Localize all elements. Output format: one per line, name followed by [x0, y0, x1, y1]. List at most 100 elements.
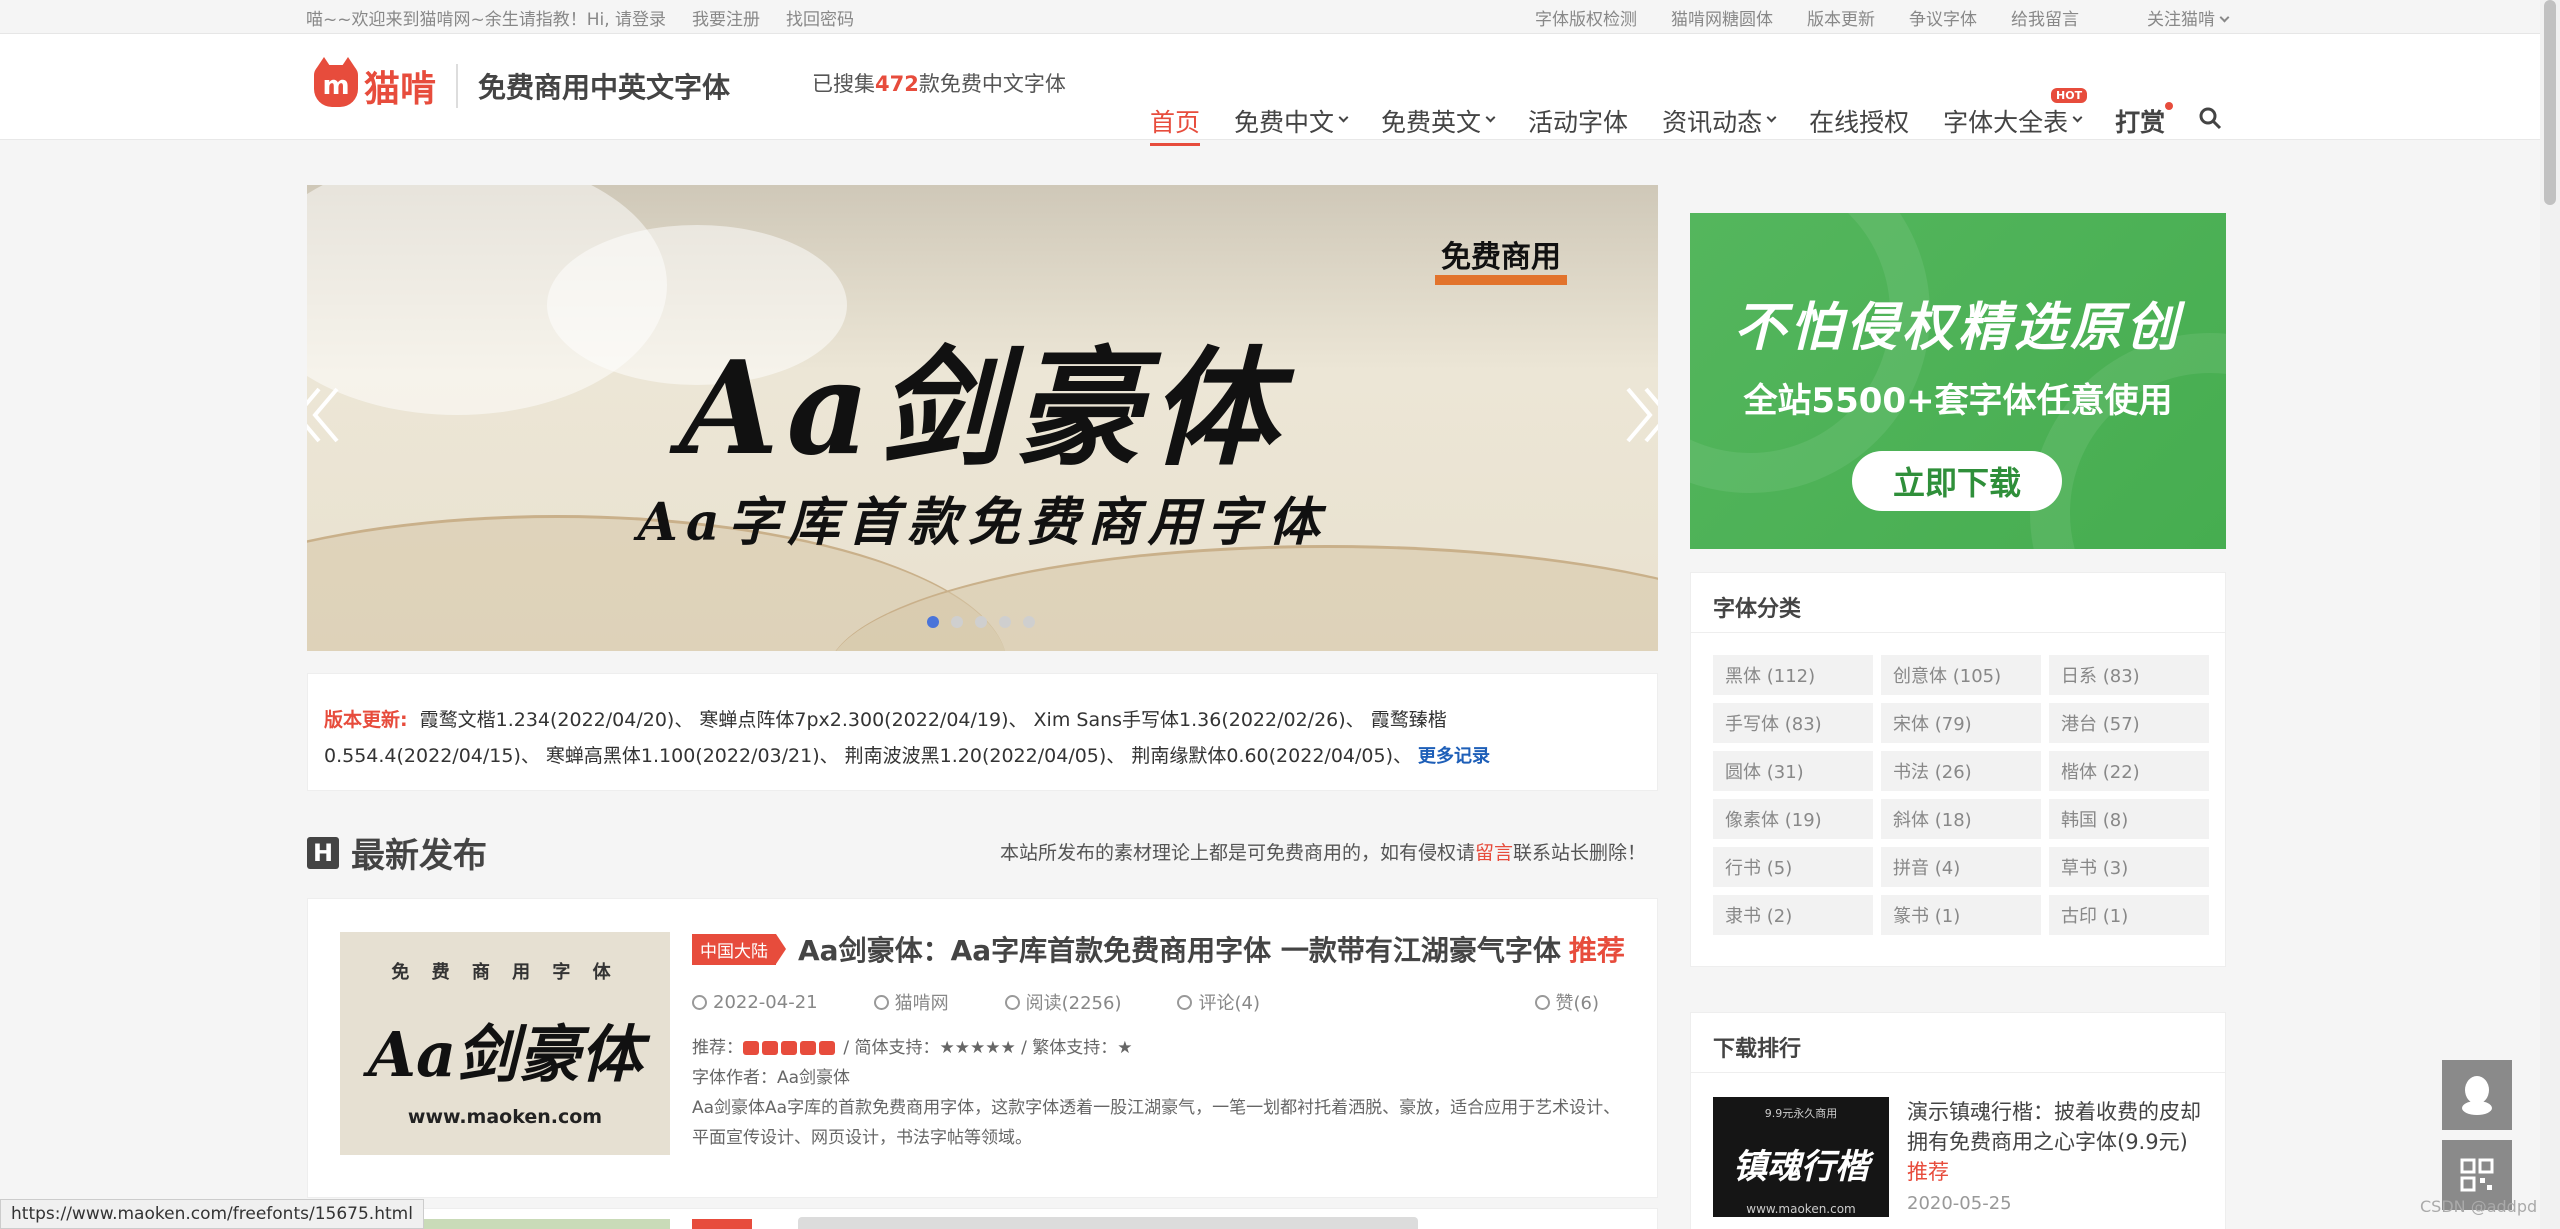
recover-password-link[interactable]: 找回密码 — [786, 5, 854, 30]
article-author[interactable]: 猫啃网 — [873, 989, 977, 1015]
side-advertisement[interactable]: 不怕侵权精选原创 全站5500+套字体任意使用 立即下载 — [1690, 213, 2226, 549]
category-item[interactable]: 像素体 (19) — [1713, 799, 1873, 839]
article-title[interactable]: Aa剑豪体：Aa字库首款免费商用字体 一款带有江湖豪气字体 — [798, 929, 1561, 969]
category-item[interactable]: 手写体 (83) — [1713, 703, 1873, 743]
heading-icon: H — [307, 836, 339, 869]
thumb-caption: 9.9元永久商用 — [1764, 1107, 1838, 1120]
ranking-item-date: 2020-05-25 — [1907, 1193, 2012, 1214]
user-icon — [873, 994, 889, 1010]
top-link-copyright-check[interactable]: 字体版权检测 — [1535, 5, 1637, 30]
font-author: 字体作者：Aa剑豪体 — [692, 1068, 851, 1088]
top-link-message[interactable]: 给我留言 — [2011, 5, 2079, 30]
ranking-item-title[interactable]: 演示镇魂行楷：披着收费的皮却拥有免费商用之心字体(9.9元) 推荐 — [1907, 1097, 2207, 1187]
category-item[interactable]: 日系 (83) — [2049, 655, 2209, 695]
top-link-candy-font[interactable]: 猫啃网糖圆体 — [1671, 5, 1773, 30]
scrollbar-thumb[interactable] — [2544, 0, 2556, 205]
category-item[interactable]: 创意体 (105) — [1881, 655, 2041, 695]
support-text: / 简体支持：★★★★★ / 繁体支持：★ — [843, 1038, 1133, 1058]
more-records-link[interactable]: 更多记录 — [1418, 746, 1490, 767]
download-now-button[interactable]: 立即下载 — [1852, 451, 2062, 511]
categories-title: 字体分类 — [1691, 573, 2225, 633]
category-item[interactable]: 圆体 (31) — [1713, 751, 1873, 791]
category-item[interactable]: 港台 (57) — [2049, 703, 2209, 743]
category-item[interactable]: 斜体 (18) — [1881, 799, 2041, 839]
category-item[interactable]: 篆书 (1) — [1881, 895, 2041, 935]
support-label: 推荐： — [692, 1038, 743, 1058]
article-title-placeholder[interactable] — [798, 1217, 1418, 1229]
nav-item-home[interactable]: 首页 — [1150, 68, 1201, 174]
article-views: 阅读(2256) — [1004, 989, 1150, 1015]
category-item[interactable]: 宋体 (79) — [1881, 703, 2041, 743]
register-link[interactable]: 我要注册 — [692, 5, 760, 30]
support-line: 推荐： / 简体支持：★★★★★ / 繁体支持：★ — [692, 1033, 1627, 1063]
nav-item-free-english[interactable]: 免费英文 — [1381, 68, 1496, 174]
nav-item-event-fonts[interactable]: 活动字体 — [1528, 68, 1628, 174]
ad-headline: 不怕侵权精选原创 — [1733, 298, 2182, 358]
likes-text: 赞(6) — [1555, 993, 1600, 1014]
category-grid: 黑体 (112) 创意体 (105) 日系 (83) 手写体 (83) 宋体 (79) 港… — [1713, 655, 2209, 935]
category-item[interactable]: 书法 (26) — [1881, 751, 2041, 791]
nav-item-online-license[interactable]: 在线授权 — [1809, 68, 1909, 174]
nav-label: 资讯动态 — [1662, 108, 1763, 137]
chevron-left-icon[interactable] — [307, 385, 351, 445]
logo-divider — [456, 64, 459, 108]
hero-carousel[interactable]: 免费商用 Aa剑豪体 Aa字库首款免费商用字体 — [307, 185, 1658, 651]
hot-badge: HOT — [2051, 88, 2088, 103]
category-item[interactable]: 草书 (3) — [2049, 847, 2209, 887]
ranking-item-text: 演示镇魂行楷：披着收费的皮却拥有免费商用之心字体(9.9元) — [1907, 1100, 2201, 1154]
welcome-login-link[interactable]: 喵~~欢迎来到猫啃网~余生请指教！Hi, 请登录 — [306, 5, 666, 30]
chevron-right-icon[interactable] — [1614, 385, 1658, 445]
carousel-dot[interactable] — [1023, 616, 1035, 628]
updates-list[interactable]: 霞鹜文楷1.234(2022/04/20)、 寒蝉点阵体7px2.300(202… — [324, 709, 1447, 767]
qq-contact-button[interactable] — [2442, 1060, 2512, 1130]
thumbs-up-icon — [1534, 994, 1550, 1010]
top-link-version-updates[interactable]: 版本更新 — [1807, 5, 1875, 30]
banner-subtitle: Aa字库首款免费商用字体 — [637, 492, 1328, 553]
category-item[interactable]: 隶书 (2) — [1713, 895, 1873, 935]
article-card: 免 费 商 用 字 体 Aa剑豪体 www.maoken.com 中国大陆 Aa… — [307, 898, 1658, 1198]
carousel-dot[interactable] — [951, 616, 963, 628]
carousel-dot[interactable] — [975, 616, 987, 628]
chevron-down-icon — [1485, 112, 1496, 122]
nav-label: 免费中文 — [1234, 108, 1335, 137]
category-item[interactable]: 黑体 (112) — [1713, 655, 1873, 695]
region-badge[interactable] — [692, 1219, 752, 1229]
section-title: 最新发布 — [351, 836, 487, 876]
free-commercial-tag: 免费商用 — [1435, 241, 1567, 285]
chevron-down-icon — [2072, 112, 2083, 122]
thumb-title: 镇魂行楷 — [1733, 1147, 1869, 1187]
article-comments[interactable]: 评论(4) — [1177, 989, 1288, 1015]
qr-code-icon — [2460, 1158, 2494, 1192]
search-icon[interactable] — [2198, 106, 2222, 130]
site-slogan: 免费商用中英文字体 — [478, 71, 731, 104]
nav-item-free-chinese[interactable]: 免费中文 — [1234, 68, 1349, 174]
category-item[interactable]: 韩国 (8) — [2049, 799, 2209, 839]
like-button[interactable]: 赞(6) — [1534, 989, 1628, 1015]
top-link-follow[interactable]: 关注猫啃 — [2113, 5, 2230, 30]
region-badge[interactable]: 中国大陆 — [692, 933, 786, 965]
carousel-dot[interactable] — [927, 616, 939, 628]
ad-subline: 全站5500+套字体任意使用 — [1743, 381, 2173, 421]
nav-item-news[interactable]: 资讯动态 — [1662, 68, 1777, 174]
carousel-dot[interactable] — [999, 616, 1011, 628]
category-item[interactable]: 楷体 (22) — [2049, 751, 2209, 791]
article-thumbnail[interactable]: 免 费 商 用 字 体 Aa剑豪体 www.maoken.com — [340, 932, 670, 1155]
scrollbar[interactable] — [2540, 0, 2560, 1229]
ranking-thumbnail[interactable]: 9.9元永久商用 镇魂行楷 www.maoken.com — [1713, 1097, 1889, 1217]
site-logo[interactable]: m 猫啃 免费商用中英文字体 — [314, 57, 731, 112]
category-item[interactable]: 拼音 (4) — [1881, 847, 2041, 887]
rating-cat-icons — [743, 1041, 838, 1055]
message-link[interactable]: 留言 — [1475, 842, 1513, 864]
recommend-label: 推荐 — [1907, 1160, 1949, 1184]
disclaimer-text: 联系站长删除！ — [1512, 842, 1646, 864]
notification-dot — [2165, 102, 2174, 110]
carousel-dots — [927, 616, 1047, 628]
article-body: 中国大陆 Aa剑豪体：Aa字库首款免费商用字体 一款带有江湖豪气字体 推荐 20… — [692, 929, 1627, 1153]
top-link-disputed-fonts[interactable]: 争议字体 — [1909, 5, 1977, 30]
download-ranking: 下载排行 9.9元永久商用 镇魂行楷 www.maoken.com 演示镇魂行楷… — [1690, 1012, 2226, 1229]
category-item[interactable]: 行书 (5) — [1713, 847, 1873, 887]
nav-item-font-table[interactable]: 字体大全表 HOT — [1943, 68, 2088, 174]
nav-item-reward[interactable]: 打赏 — [2115, 68, 2174, 174]
disclaimer: 本站所发布的素材理论上都是可免费商用的，如有侵权请留言联系站长删除！ — [1000, 838, 1646, 865]
category-item[interactable]: 古印 (1) — [2049, 895, 2209, 935]
